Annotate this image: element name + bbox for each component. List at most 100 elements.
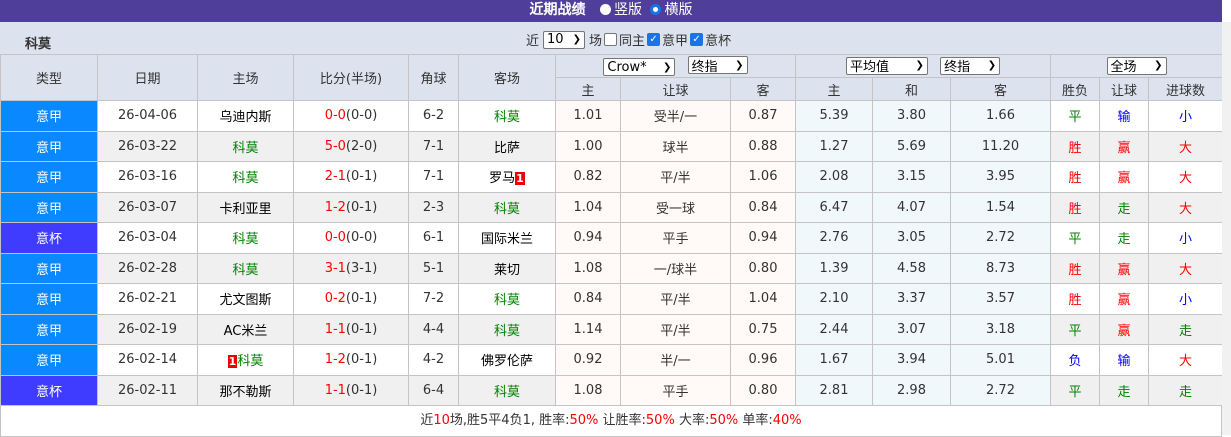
league-type[interactable]: 意甲 xyxy=(0,161,98,193)
score[interactable]: 2-1(0-1) xyxy=(293,161,409,193)
ah-home-odds: 1.00 xyxy=(555,130,621,162)
away-team-name[interactable]: 莱切 xyxy=(494,263,520,278)
radio-horizontal[interactable] xyxy=(650,4,662,15)
serie-a-label: 意甲 xyxy=(662,34,689,49)
ah-away-odds: 0.87 xyxy=(730,100,796,132)
score[interactable]: 1-2(0-1) xyxy=(293,191,409,223)
goals-result: 小 xyxy=(1148,100,1224,132)
goals-result: 大 xyxy=(1148,344,1224,376)
league-type[interactable]: 意甲 xyxy=(0,344,98,376)
eu-home-odds: 1.27 xyxy=(795,130,873,162)
score[interactable]: 0-2(0-1) xyxy=(293,283,409,315)
serie-a-checkbox[interactable]: ✓ xyxy=(647,33,661,46)
euro-odds-type-select[interactable]: 终指 ❯ xyxy=(940,56,1001,75)
ah-away-odds: 0.94 xyxy=(730,222,796,254)
eu-home-odds: 2.10 xyxy=(795,283,873,315)
away-team: 比萨 xyxy=(458,130,556,162)
score[interactable]: 1-1(0-1) xyxy=(293,374,409,406)
header-type: 类型 xyxy=(0,54,98,101)
home-team-name[interactable]: AC米兰 xyxy=(224,324,268,339)
match-date: 26-03-16 xyxy=(97,161,198,193)
home-team-name[interactable]: 科莫 xyxy=(232,232,258,247)
league-type[interactable]: 意杯 xyxy=(0,222,98,254)
home-team-name[interactable]: 那不勒斯 xyxy=(219,385,271,400)
company-select-value: Crow* xyxy=(607,59,647,75)
full-time-score: 1-2 xyxy=(324,199,346,215)
ah-away-odds: 0.80 xyxy=(730,252,796,284)
scope-select[interactable]: 全场 ❯ xyxy=(1106,56,1167,75)
match-result: 负 xyxy=(1050,344,1101,376)
away-team-name[interactable]: 科莫 xyxy=(494,202,520,217)
half-time-score: (3-1) xyxy=(345,260,378,276)
win-rate: 50% xyxy=(569,413,599,428)
radio-vertical-label[interactable]: 竖版 xyxy=(614,2,642,18)
corners: 6-2 xyxy=(408,100,459,132)
handicap-result: 赢 xyxy=(1099,252,1150,284)
away-team: 国际米兰 xyxy=(458,222,556,254)
average-select[interactable]: 平均值 ❯ xyxy=(845,56,928,75)
home-team-name[interactable]: 科莫 xyxy=(232,171,258,186)
eu-draw-odds: 2.98 xyxy=(872,374,951,406)
eu-draw-odds: 4.07 xyxy=(872,191,951,223)
away-team-name[interactable]: 国际米兰 xyxy=(481,232,533,247)
away-team-name[interactable]: 科莫 xyxy=(494,385,520,400)
radio-horizontal-label[interactable]: 横版 xyxy=(664,2,692,18)
same-home-checkbox[interactable] xyxy=(604,33,618,46)
table-row: 意甲 26-03-07 卡利亚里 1-2(0-1) 2-3 科莫 1.04 受一… xyxy=(0,191,1224,223)
ah-away-odds: 1.06 xyxy=(730,161,796,193)
away-team-name[interactable]: 科莫 xyxy=(494,110,520,125)
league-type[interactable]: 意甲 xyxy=(0,100,98,132)
away-team-name[interactable]: 罗马 xyxy=(489,171,515,186)
ah-line: 平/半 xyxy=(620,283,731,315)
league-type[interactable]: 意甲 xyxy=(0,191,98,223)
eu-away-odds: 3.18 xyxy=(949,313,1052,345)
home-team: 乌迪内斯 xyxy=(197,100,294,132)
league-type[interactable]: 意甲 xyxy=(0,252,98,284)
handicap-result: 赢 xyxy=(1099,313,1150,345)
scrollbar[interactable] xyxy=(1222,22,1231,435)
header-result: 胜负 xyxy=(1050,77,1101,101)
score[interactable]: 0-0(0-0) xyxy=(293,100,409,132)
company-select[interactable]: Crow* ❯ xyxy=(603,58,676,76)
home-team-name[interactable]: 乌迪内斯 xyxy=(219,110,271,125)
summary: 近10场,胜5平4负1, 胜率:50% 让胜率:50% 大率:50% 单率:40… xyxy=(0,406,1222,437)
score[interactable]: 0-0(0-0) xyxy=(293,222,409,254)
score[interactable]: 5-0(2-0) xyxy=(293,130,409,162)
away-team-name[interactable]: 科莫 xyxy=(494,324,520,339)
score[interactable]: 1-1(0-1) xyxy=(293,313,409,345)
eu-away-odds: 8.73 xyxy=(949,252,1052,284)
league-type[interactable]: 意杯 xyxy=(0,374,98,406)
home-team-name[interactable]: 卡利亚里 xyxy=(219,202,271,217)
radio-vertical[interactable] xyxy=(600,4,611,15)
league-type[interactable]: 意甲 xyxy=(0,313,98,345)
away-team-name[interactable]: 科莫 xyxy=(494,293,520,308)
chevron-down-icon: ❯ xyxy=(915,60,924,72)
match-result: 胜 xyxy=(1050,283,1101,315)
home-team-name[interactable]: 科莫 xyxy=(232,141,258,156)
odd-rate: 40% xyxy=(772,413,802,428)
score[interactable]: 3-1(3-1) xyxy=(293,252,409,284)
league-type[interactable]: 意甲 xyxy=(0,130,98,162)
half-time-score: (2-0) xyxy=(345,138,378,154)
away-team-name[interactable]: 比萨 xyxy=(494,141,520,156)
home-team-name[interactable]: 尤文图斯 xyxy=(219,293,271,308)
match-count-value: 10 xyxy=(547,32,564,47)
match-count-select[interactable]: 10 ❯ xyxy=(543,30,586,49)
table-row: 意杯 26-02-11 那不勒斯 1-1(0-1) 6-4 科莫 1.08 平手… xyxy=(0,374,1224,406)
eu-draw-odds: 3.07 xyxy=(872,313,951,345)
away-team-name[interactable]: 佛罗伦萨 xyxy=(481,354,533,369)
asian-odds-type-select[interactable]: 终指 ❯ xyxy=(687,56,748,75)
coppa-checkbox[interactable]: ✓ xyxy=(690,33,704,46)
handicap-result: 走 xyxy=(1099,222,1150,254)
match-result: 胜 xyxy=(1050,191,1101,223)
goals-result: 大 xyxy=(1148,252,1224,284)
league-type[interactable]: 意甲 xyxy=(0,283,98,315)
score[interactable]: 1-2(0-1) xyxy=(293,344,409,376)
red-card-badge: 1 xyxy=(227,355,238,369)
home-team-name[interactable]: 科莫 xyxy=(237,354,263,369)
half-time-score: (0-1) xyxy=(345,321,378,337)
corners: 4-4 xyxy=(408,313,459,345)
over-rate: 50% xyxy=(709,413,739,428)
home-team-name[interactable]: 科莫 xyxy=(232,263,258,278)
chevron-down-icon: ❯ xyxy=(987,60,997,72)
